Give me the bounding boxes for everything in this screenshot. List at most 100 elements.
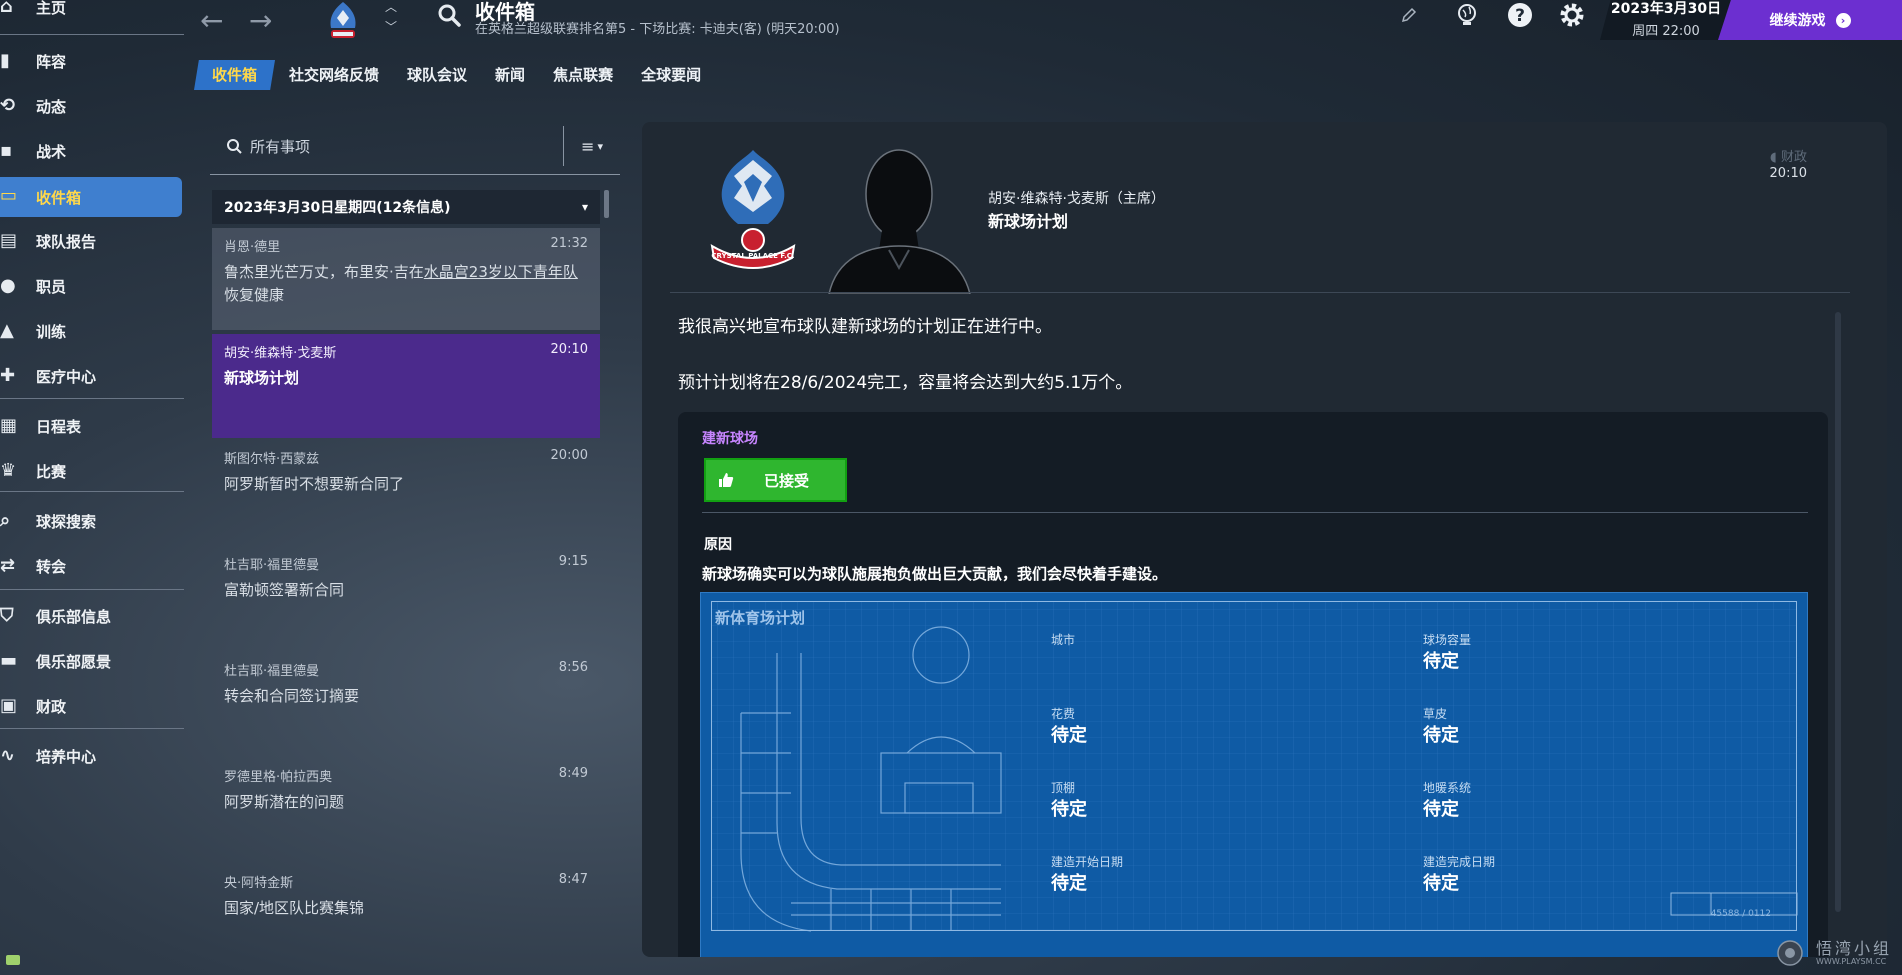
message-scrollbar[interactable] [1835, 312, 1841, 912]
plan-field-label: 建造完成日期 [1423, 855, 1496, 869]
sender-avatar[interactable] [827, 132, 972, 294]
help-icon[interactable]: ? [1507, 2, 1533, 28]
list-menu-icon: ≡ [581, 136, 595, 156]
message-subject: 鲁杰里光芒万丈，布里安·吉在水晶宫23岁以下青年队恢复健康 [224, 261, 588, 307]
panel-divider [670, 292, 1850, 293]
inbox-list-scrollbar[interactable] [604, 190, 609, 218]
message-time: 9:15 [558, 554, 588, 569]
svg-text:?: ? [1515, 6, 1525, 26]
sidebar-divider [0, 589, 184, 590]
message-sender: 斯图尔特·西蒙兹 [224, 452, 320, 467]
inbox-date-group-header[interactable]: 2023年3月30日星期四(12条信息) ▾ [212, 190, 600, 224]
back-arrow-icon[interactable]: ← [200, 4, 223, 37]
inbox-message-item[interactable]: 罗德里格·帕拉西奥 8:49 阿罗斯潜在的问题 [212, 758, 600, 858]
inbox-message-item[interactable]: 斯图尔特·西蒙兹 20:00 阿罗斯暂时不想要新合同了 [212, 440, 600, 540]
message-sender-name[interactable]: 胡安·维森特·戈麦斯（主席） [988, 188, 1165, 208]
message-time: 20:10 [550, 342, 588, 357]
chevron-down-icon[interactable]: ▾ [582, 200, 588, 214]
accepted-button[interactable]: 已接受 [704, 458, 847, 502]
plan-field-value: 待定 [1423, 725, 1459, 746]
tab-social-feedback[interactable]: 社交网络反馈 [275, 60, 393, 90]
club-crest-logo[interactable]: CRYSTAL PALACE F.C. [704, 146, 802, 271]
sidebar-item-label: 俱乐部信息 [36, 607, 112, 626]
inbox-message-item[interactable]: 杜吉耶·福里德曼 9:15 富勒顿签署新合同 [212, 546, 600, 646]
sidebar-item-staff[interactable]: ● 职员 [0, 267, 182, 305]
game-date-box[interactable]: 2023年3月30日 周四 22:00 [1600, 0, 1732, 40]
globe-icon[interactable] [1454, 2, 1480, 28]
sidebar-item-label: 俱乐部愿景 [36, 652, 112, 671]
thumbs-up-icon [719, 473, 734, 487]
inbox-icon: ▭ [0, 185, 18, 206]
sidebar-divider [0, 491, 184, 492]
chevron-up-icon[interactable]: ︿ [385, 0, 397, 14]
tab-focus-league[interactable]: 焦点联赛 [539, 60, 627, 90]
search-icon[interactable] [436, 2, 462, 28]
sidebar-item-label: 收件箱 [36, 188, 82, 207]
inbox-message-item[interactable]: 央·阿特金斯 8:47 国家/地区队比赛集锦 [212, 864, 600, 964]
stadium-plan-blueprint: 新体育场计划 城市 球场容量 待定 花费 待定 草皮 待定 顶棚 待定 地暖系统… [700, 592, 1808, 957]
sidebar-item-label: 动态 [36, 97, 67, 116]
forward-arrow-icon[interactable]: → [249, 4, 272, 37]
home-icon: ⌂ [0, 0, 13, 17]
decision-divider [702, 512, 1808, 513]
message-sender: 罗德里格·帕拉西奥 [224, 770, 333, 785]
continue-button[interactable]: 继续游戏 › [1718, 0, 1902, 40]
inbox-message-item[interactable]: 杜吉耶·福里德曼 8:56 转会和合同签订摘要 [212, 652, 600, 752]
message-paragraph: 预计计划将在28/6/2024完工，容量将会达到大约5.1万个。 [678, 373, 1133, 393]
dynamics-icon: ⟲ [0, 95, 16, 116]
list-options-button[interactable]: ≡ ▾ [563, 126, 620, 166]
game-date: 2023年3月30日 [1610, 1, 1722, 17]
gear-icon[interactable] [1558, 1, 1586, 29]
sidebar-item-finances[interactable]: ▣ 财政 [0, 687, 182, 725]
money-icon: ▣ [0, 695, 18, 716]
message-time: 20:00 [550, 448, 588, 463]
chevron-down-icon: ▾ [597, 139, 603, 153]
sidebar-item-label: 球探搜索 [36, 512, 97, 531]
sidebar-item-scouting[interactable]: ⌕ 球探搜索 [0, 502, 182, 540]
sidebar-item-transfers[interactable]: ⇄ 转会 [0, 547, 182, 585]
inbox-filter-dropdown[interactable]: 所有事项 [210, 126, 560, 166]
tab-world-news[interactable]: 全球要闻 [627, 60, 715, 90]
plan-field-label: 地暖系统 [1423, 781, 1472, 795]
plan-field-label: 建造开始日期 [1051, 855, 1124, 869]
tab-team-meeting[interactable]: 球队会议 [393, 60, 481, 90]
sidebar-item-medical[interactable]: ✚ 医疗中心 [0, 357, 182, 395]
sidebar-item-label: 职员 [36, 277, 67, 296]
inbox-message-item-selected[interactable]: 胡安·维森特·戈麦斯 20:10 新球场计划 [212, 334, 600, 438]
sidebar-item-training[interactable]: ▲ 训练 [0, 312, 182, 350]
arrow-right-circle-icon: › [1835, 12, 1851, 28]
tab-news[interactable]: 新闻 [481, 60, 539, 90]
sidebar-item-calendar[interactable]: ▦ 日程表 [0, 407, 182, 445]
plan-field-value: 待定 [1051, 799, 1087, 820]
message-subject: 新球场计划 [224, 369, 300, 387]
inbox-tabs: 收件箱 社交网络反馈 球队会议 新闻 焦点联赛 全球要闻 [194, 60, 715, 90]
sidebar-item-development[interactable]: ∿ 培养中心 [0, 737, 182, 775]
status-badge-icon [6, 955, 20, 965]
sidebar-item-home[interactable]: ⌂ 主页 [0, 0, 182, 26]
stadium-plan-title: 新体育场计划 [715, 609, 806, 627]
plan-field-label: 花费 [1051, 707, 1076, 721]
inbox-message-item[interactable]: 肖恩·德里 21:32 鲁杰里光芒万丈，布里安·吉在水晶宫23岁以下青年队恢复健… [212, 228, 600, 330]
sidebar-item-inbox[interactable]: ▭ 收件箱 [0, 177, 182, 217]
sidebar-item-club-vision[interactable]: ▬ 俱乐部愿景 [0, 642, 182, 680]
sidebar-item-club-info[interactable]: ⛉ 俱乐部信息 [0, 597, 182, 635]
subject-text: 恢复健康 [224, 286, 285, 304]
sidebar-item-squad[interactable]: ▮ 阵容 [0, 42, 182, 80]
sidebar-item-dynamics[interactable]: ⟲ 动态 [0, 87, 182, 125]
watermark: 悟湾小组 WWW.PLAYSM.CC [1772, 935, 1892, 973]
pencil-icon[interactable] [1400, 6, 1418, 24]
sidebar-item-competitions[interactable]: ♛ 比赛 [0, 452, 182, 490]
plan-field-label: 球场容量 [1423, 633, 1472, 647]
transfer-icon: ⇄ [0, 555, 16, 576]
blueprint-frame [711, 601, 1797, 931]
chevron-down-icon[interactable]: ﹀ [385, 20, 397, 34]
report-icon: ▤ [0, 230, 18, 251]
decision-title: 建新球场 [702, 431, 758, 447]
tab-inbox[interactable]: 收件箱 [194, 60, 276, 90]
club-switch-arrows[interactable]: ︿ ﹀ [385, 0, 397, 34]
sidebar-item-tactics[interactable]: ▪ 战术 [0, 132, 182, 170]
subject-link[interactable]: 水晶宫23岁以下青年队 [424, 263, 578, 281]
club-crest-icon[interactable] [323, 0, 363, 42]
sidebar-item-team-report[interactable]: ▤ 球队报告 [0, 222, 182, 260]
message-sender: 杜吉耶·福里德曼 [224, 664, 320, 679]
